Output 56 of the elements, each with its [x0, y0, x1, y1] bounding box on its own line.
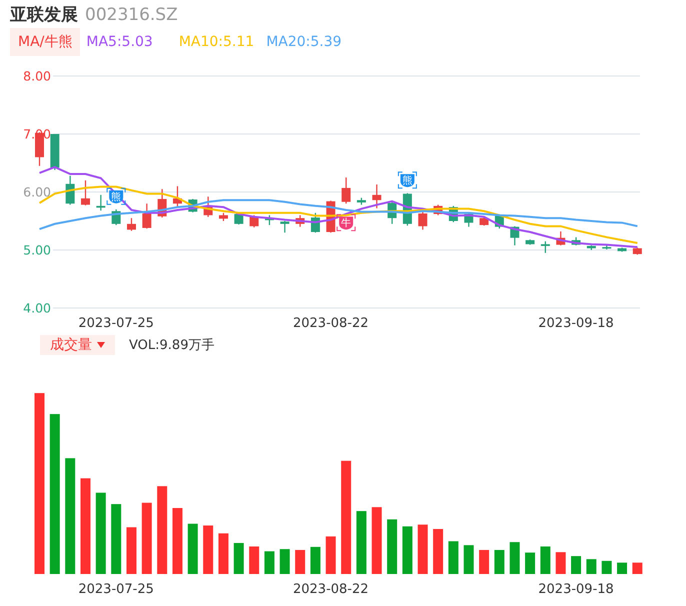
candlestick — [280, 221, 290, 233]
y-axis-label: 8.00 — [23, 68, 51, 84]
candlestick — [618, 248, 627, 252]
candlestick — [572, 237, 581, 246]
candlestick — [356, 198, 366, 205]
candlestick — [434, 204, 443, 216]
candlestick — [234, 212, 244, 224]
legend-label: MA10:5.11 — [178, 34, 254, 50]
candlestick — [296, 215, 305, 227]
y-axis-label: 6.00 — [23, 184, 51, 200]
bear-badge[interactable]: 熊 — [106, 188, 126, 205]
candlestick — [480, 216, 489, 226]
candlestick — [172, 186, 182, 206]
candlestick — [81, 180, 90, 206]
candlestick — [158, 189, 167, 218]
x-axis-label: 2023-08-22 — [293, 582, 369, 597]
candlestick — [204, 196, 213, 217]
x-axis-label: 2023-09-18 — [538, 316, 614, 331]
candlestick — [632, 248, 642, 255]
candlestick — [418, 209, 428, 230]
x-axis-label: 2023-07-25 — [78, 316, 154, 331]
stock-code: 002316.SZ — [85, 5, 178, 25]
y-axis-label: 4.00 — [23, 300, 51, 316]
y-axis-label: 5.00 — [23, 242, 51, 258]
caret-icon — [97, 342, 105, 348]
candlestick — [540, 241, 550, 253]
candlestick — [264, 215, 274, 226]
candlestick — [526, 240, 535, 245]
candlestick — [218, 212, 228, 221]
candlestick — [586, 245, 596, 250]
candlestick — [66, 176, 75, 205]
legend-label: MA5:5.03 — [86, 34, 153, 50]
candlestick — [142, 204, 152, 229]
volume-indicator-dropdown[interactable]: 成交量 — [40, 335, 115, 355]
bull-badge[interactable]: 牛 — [336, 214, 356, 232]
candlestick — [50, 134, 60, 170]
candlestick — [388, 201, 397, 224]
x-axis-label: 2023-07-25 — [78, 582, 154, 597]
volume-reading: VOL:9.89万手 — [129, 337, 214, 354]
candlestick — [372, 184, 382, 208]
stock-name: 亚联发展 — [10, 4, 78, 26]
candlestick — [342, 178, 351, 204]
candlestick — [464, 212, 474, 227]
x-axis-label: 2023-08-22 — [293, 316, 369, 331]
candlestick — [112, 209, 121, 226]
candlestick — [250, 215, 259, 228]
candlestick — [126, 218, 136, 231]
candlestick — [310, 212, 320, 233]
x-axis-label: 2023-09-18 — [538, 582, 614, 597]
legend-label: MA20:5.39 — [266, 34, 342, 50]
candlestick — [556, 231, 566, 246]
candlestick — [602, 245, 612, 250]
indicator-tab[interactable]: MA/牛熊 — [10, 28, 80, 56]
candlestick — [96, 194, 106, 211]
bear-badge[interactable]: 熊 — [398, 172, 417, 189]
candlestick — [510, 226, 520, 246]
